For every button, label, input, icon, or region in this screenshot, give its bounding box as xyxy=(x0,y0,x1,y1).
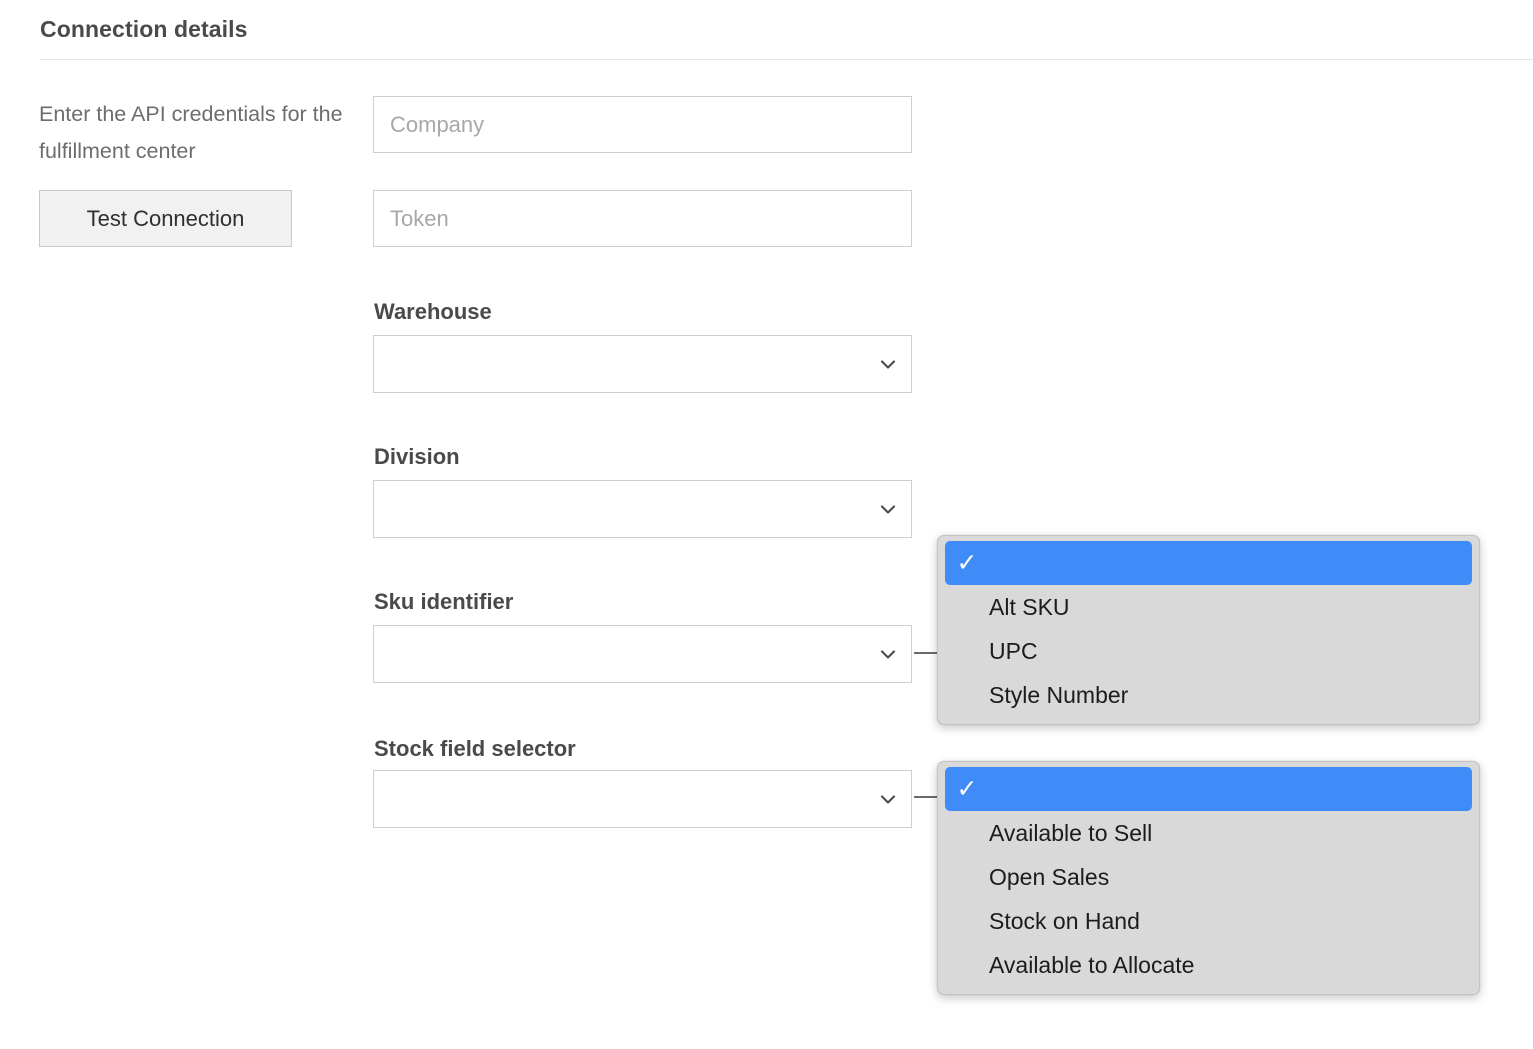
menu-item-alt-sku[interactable]: Alt SKU xyxy=(945,585,1472,629)
sku-identifier-dropdown-menu[interactable]: ✓ Alt SKU UPC Style Number xyxy=(937,535,1480,725)
company-input[interactable] xyxy=(373,96,912,153)
menu-item-label: Stock on Hand xyxy=(989,907,1140,934)
menu-item-label: Style Number xyxy=(989,681,1129,708)
menu-item-style-number[interactable]: Style Number xyxy=(945,673,1472,717)
division-select[interactable] xyxy=(373,480,912,538)
chevron-down-icon xyxy=(877,788,899,810)
menu-item-stock-blank[interactable]: ✓ xyxy=(945,767,1472,811)
menu-item-label: Alt SKU xyxy=(989,593,1070,620)
menu-item-upc[interactable]: UPC xyxy=(945,629,1472,673)
stock-field-dropdown-menu[interactable]: ✓ Available to Sell Open Sales Stock on … xyxy=(937,761,1480,995)
sku-identifier-select[interactable] xyxy=(373,625,912,683)
chevron-down-icon xyxy=(877,498,899,520)
checkmark-icon: ✓ xyxy=(956,548,978,577)
menu-item-label: Available to Allocate xyxy=(989,951,1195,978)
menu-item-label: Available to Sell xyxy=(989,819,1153,846)
menu-item-available-to-allocate[interactable]: Available to Allocate xyxy=(945,943,1472,987)
menu-item-sku-blank[interactable]: ✓ xyxy=(945,541,1472,585)
stock-field-selector-label: Stock field selector xyxy=(374,736,576,761)
test-connection-button[interactable]: Test Connection xyxy=(39,190,292,247)
header-divider xyxy=(40,59,1533,60)
sku-identifier-label: Sku identifier xyxy=(374,589,514,614)
menu-item-available-to-sell[interactable]: Available to Sell xyxy=(945,811,1472,855)
warehouse-select[interactable] xyxy=(373,335,912,393)
division-label: Division xyxy=(374,444,460,469)
warehouse-label: Warehouse xyxy=(374,299,492,324)
menu-item-stock-on-hand[interactable]: Stock on Hand xyxy=(945,899,1472,943)
chevron-down-icon xyxy=(877,353,899,375)
menu-item-open-sales[interactable]: Open Sales xyxy=(945,855,1472,899)
stock-field-selector-select[interactable] xyxy=(373,770,912,828)
chevron-down-icon xyxy=(877,643,899,665)
api-credentials-help-text: Enter the API credentials for the fulfil… xyxy=(39,102,343,163)
checkmark-icon: ✓ xyxy=(956,774,978,803)
menu-item-label: UPC xyxy=(989,637,1038,664)
menu-item-label: Open Sales xyxy=(989,863,1110,890)
page-title: Connection details xyxy=(40,16,248,42)
token-input[interactable] xyxy=(373,190,912,247)
